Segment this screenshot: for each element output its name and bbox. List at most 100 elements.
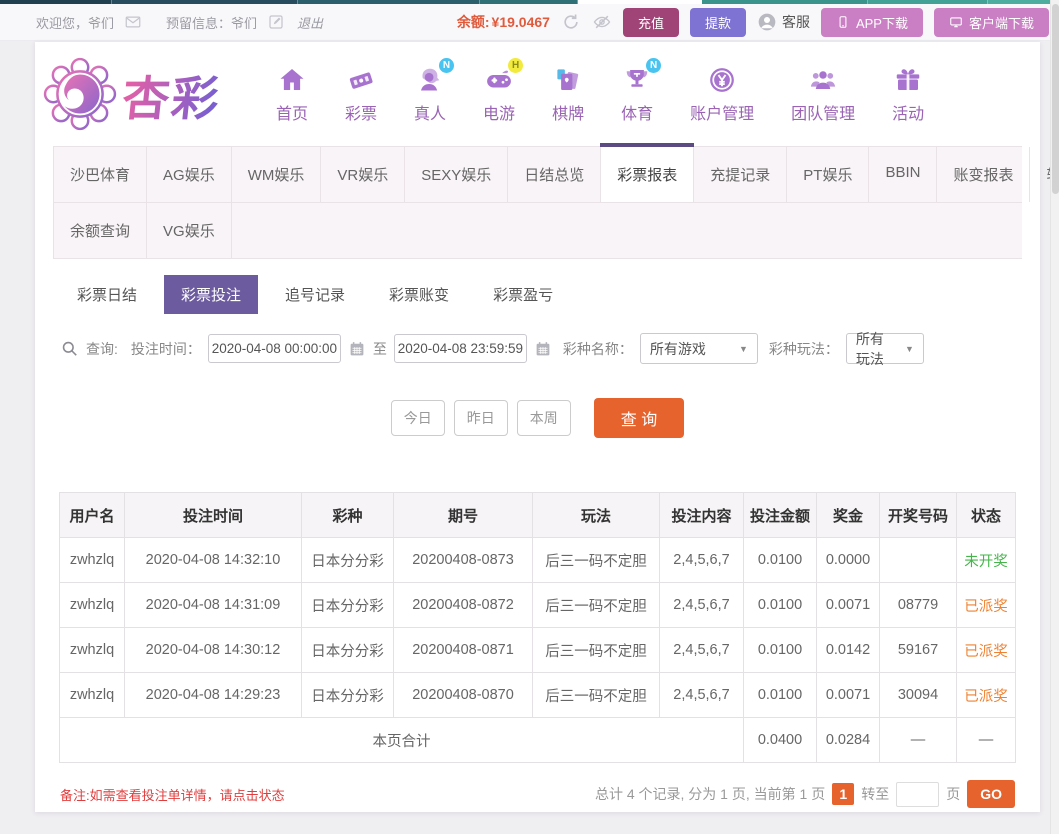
cell-time: 2020-04-08 14:30:12 (125, 628, 302, 673)
nav-item-账户管理[interactable]: 账户管理 (690, 65, 754, 124)
cell-play: 后三一码不定胆 (533, 628, 660, 673)
sub-tabs: 彩票日结彩票投注追号记录彩票账变彩票盈亏 (35, 259, 1040, 324)
play-select[interactable]: 所有玩法 ▼ (846, 333, 924, 364)
col-header-投注金额: 投注金额 (744, 493, 817, 538)
report-tabs: 沙巴体育AG娱乐WM娱乐VR娱乐SEXY娱乐日结总览彩票报表充提记录PT娱乐BB… (53, 146, 1022, 259)
nav-item-彩票[interactable]: 彩票 (345, 65, 377, 124)
cell-content: 2,4,5,6,7 (660, 628, 744, 673)
customer-service-link[interactable]: 客服 (757, 12, 810, 32)
calendar-icon[interactable] (534, 340, 552, 358)
cell-user: zwhzlq (60, 538, 125, 583)
mail-icon[interactable] (124, 13, 142, 31)
nav-item-棋牌[interactable]: 棋牌 (552, 65, 584, 124)
subtab-彩票日结[interactable]: 彩票日结 (60, 275, 154, 314)
tab-VG娱乐[interactable]: VG娱乐 (147, 203, 232, 258)
status-cell[interactable]: 未开奖 (957, 538, 1016, 583)
lottery-select[interactable]: 所有游戏 ▼ (640, 333, 758, 364)
status-cell[interactable]: 已派奖 (957, 628, 1016, 673)
today-button[interactable]: 今日 (391, 400, 445, 436)
yesterday-button[interactable]: 昨日 (454, 400, 508, 436)
tab-VR娱乐[interactable]: VR娱乐 (321, 147, 405, 202)
cell-draw: 08779 (880, 583, 957, 628)
logo-flower-icon (43, 57, 117, 131)
subtab-追号记录[interactable]: 追号记录 (268, 275, 362, 314)
status-cell[interactable]: 已派奖 (957, 673, 1016, 718)
service-avatar-icon (757, 12, 777, 32)
cell-draw: 30094 (880, 673, 957, 718)
nav-badge-N: N (439, 58, 454, 73)
nav-item-label: 真人 (414, 100, 446, 124)
table-body: zwhzlq2020-04-08 14:32:10日本分分彩20200408-0… (60, 538, 1016, 763)
cell-play: 后三一码不定胆 (533, 673, 660, 718)
search-button[interactable]: 查 询 (594, 398, 684, 438)
coin-yuan-icon (707, 65, 737, 95)
balance: 余额:¥19.0467 (457, 12, 550, 32)
client-download-button[interactable]: 客户端下载 (934, 8, 1049, 37)
tab-AG娱乐[interactable]: AG娱乐 (147, 147, 232, 202)
cell-lottery: 日本分分彩 (302, 538, 394, 583)
status-cell[interactable]: 已派奖 (957, 583, 1016, 628)
calendar-icon[interactable] (348, 340, 366, 358)
subtab-彩票账变[interactable]: 彩票账变 (372, 275, 466, 314)
bet-time-label: 投注时间： (131, 339, 201, 359)
home-icon (277, 65, 307, 95)
client-download-label: 客户端下载 (969, 13, 1034, 32)
ticket-icon (346, 65, 376, 95)
scrollbar[interactable] (1050, 0, 1059, 834)
scrollbar-thumb[interactable] (1052, 4, 1059, 194)
table-row: zwhzlq2020-04-08 14:29:23日本分分彩20200408-0… (60, 673, 1016, 718)
cell-draw: 59167 (880, 628, 957, 673)
phone-icon (836, 15, 850, 29)
nav-item-label: 电游 (483, 100, 515, 124)
to-label: 至 (373, 339, 387, 359)
top-strip-segment (112, 0, 298, 4)
tab-彩票报表[interactable]: 彩票报表 (601, 147, 694, 202)
tab-充提记录[interactable]: 充提记录 (694, 147, 787, 202)
logout-link[interactable]: 退出 (297, 13, 323, 32)
deposit-button[interactable]: 充值 (623, 8, 679, 37)
team-icon (808, 65, 838, 95)
withdraw-button[interactable]: 提款 (690, 8, 746, 37)
tab-SEXY娱乐[interactable]: SEXY娱乐 (405, 147, 508, 202)
total-draw: — (880, 718, 957, 763)
current-page-button[interactable]: 1 (832, 783, 854, 805)
nav-item-体育[interactable]: N体育 (621, 65, 653, 124)
nav-item-真人[interactable]: N真人 (414, 65, 446, 124)
cell-content: 2,4,5,6,7 (660, 538, 744, 583)
top-strip-segment (0, 0, 112, 4)
nav-item-首页[interactable]: 首页 (276, 65, 308, 124)
tab-row-1: 沙巴体育AG娱乐WM娱乐VR娱乐SEXY娱乐日结总览彩票报表充提记录PT娱乐BB… (53, 147, 1022, 203)
tab-账变报表[interactable]: 账变报表 (937, 147, 1030, 202)
go-button[interactable]: GO (967, 780, 1015, 808)
lottery-name-label: 彩种名称： (563, 339, 633, 359)
cell-issue: 20200408-0872 (394, 583, 533, 628)
cell-lottery: 日本分分彩 (302, 673, 394, 718)
tab-日结总览[interactable]: 日结总览 (508, 147, 601, 202)
nav-badge-H: H (508, 58, 523, 73)
edit-icon[interactable] (267, 13, 285, 31)
tab-PT娱乐[interactable]: PT娱乐 (787, 147, 869, 202)
tab-WM娱乐[interactable]: WM娱乐 (232, 147, 322, 202)
pagination: 总计 4 个记录, 分为 1 页, 当前第 1 页 1 转至 页 GO (595, 780, 1015, 808)
goto-page-input[interactable] (896, 782, 939, 807)
subtab-彩票投注[interactable]: 彩票投注 (164, 275, 258, 314)
tab-余额查询[interactable]: 余额查询 (53, 203, 147, 258)
balance-value: ¥19.0467 (492, 14, 550, 30)
cell-time: 2020-04-08 14:31:09 (125, 583, 302, 628)
end-time-input[interactable] (394, 334, 527, 363)
nav-item-团队管理[interactable]: 团队管理 (791, 65, 855, 124)
table-row: zwhzlq2020-04-08 14:32:10日本分分彩20200408-0… (60, 538, 1016, 583)
app-download-button[interactable]: APP下载 (821, 8, 923, 37)
start-time-input[interactable] (208, 334, 341, 363)
tab-沙巴体育[interactable]: 沙巴体育 (53, 147, 147, 202)
refresh-icon[interactable] (561, 12, 581, 32)
site-logo[interactable]: 杏彩 (43, 57, 248, 131)
nav-item-label: 体育 (621, 100, 653, 124)
nav-item-电游[interactable]: H电游 (483, 65, 515, 124)
this-week-button[interactable]: 本周 (517, 400, 571, 436)
total-row: 本页合计0.04000.0284—— (60, 718, 1016, 763)
tab-BBIN[interactable]: BBIN (869, 147, 937, 202)
eye-off-icon[interactable] (592, 12, 612, 32)
subtab-彩票盈亏[interactable]: 彩票盈亏 (476, 275, 570, 314)
nav-item-活动[interactable]: 活动 (892, 65, 924, 124)
